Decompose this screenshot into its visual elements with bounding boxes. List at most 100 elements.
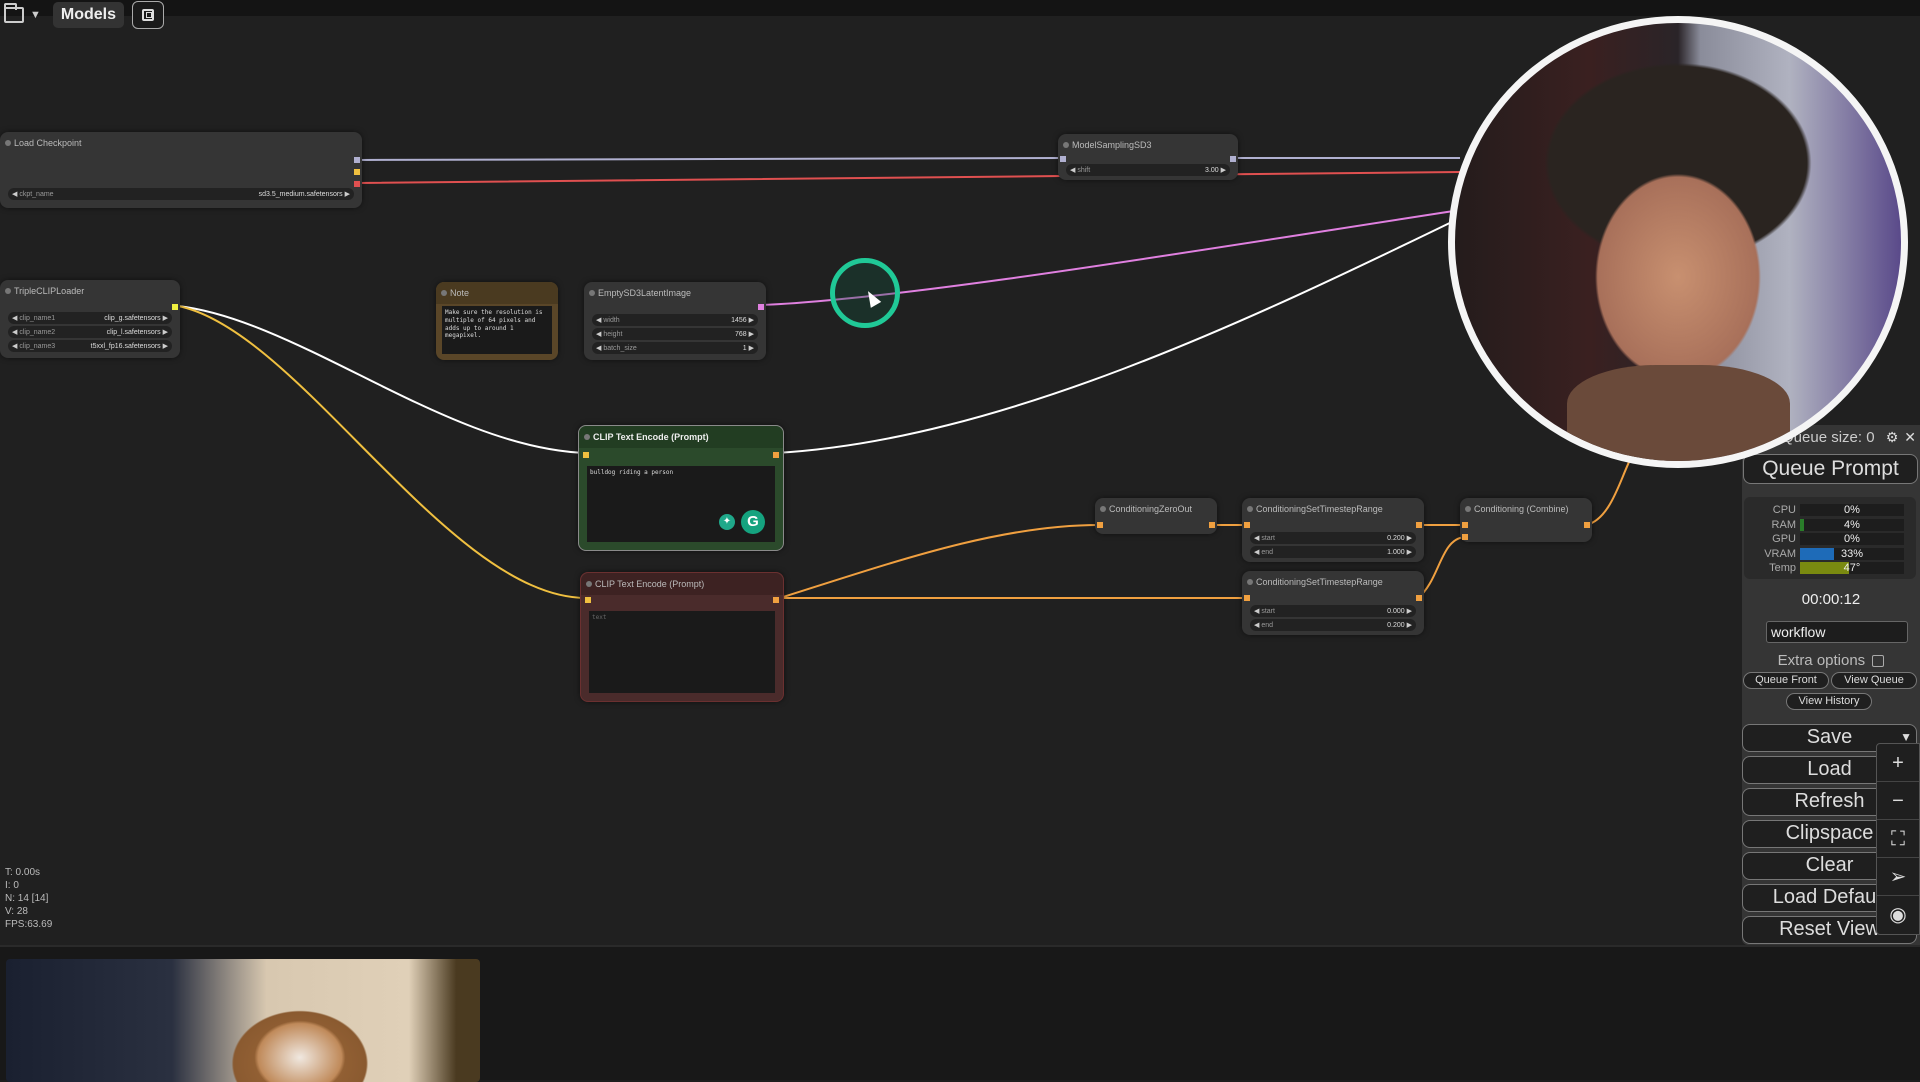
stat-time: T: 0.00s [5, 867, 41, 878]
input-slot-model[interactable] [1060, 156, 1066, 162]
monitor-row-temp: Temp 47° [1748, 561, 1912, 576]
node-title: EmptySD3LatentImage [584, 282, 766, 304]
extra-options-checkbox[interactable] [1872, 655, 1885, 668]
input-slot-conditioning-1[interactable] [1462, 522, 1468, 528]
node-title: ConditioningSetTimestepRange [1242, 571, 1424, 593]
models-button[interactable]: Models [52, 2, 125, 28]
widget-end[interactable]: end 1.000 [1250, 546, 1416, 558]
output-slot-clip[interactable] [354, 169, 360, 175]
zoom-in-icon[interactable]: + [1877, 744, 1919, 782]
save-workflow-button[interactable] [132, 1, 165, 29]
node-conditioning-set-timestep-range-1[interactable]: ConditioningSetTimestepRange start 0.200… [1242, 498, 1424, 562]
input-slot-conditioning[interactable] [1244, 522, 1250, 528]
node-conditioning-set-timestep-range-2[interactable]: ConditioningSetTimestepRange start 0.000… [1242, 571, 1424, 635]
widget-start[interactable]: start 0.200 [1250, 532, 1416, 544]
zoom-out-icon[interactable]: − [1877, 782, 1919, 820]
widget-clip-name3[interactable]: clip_name3 t5xxl_fp16.safetensors [8, 340, 172, 352]
node-title: CLIP Text Encode (Prompt) [581, 573, 783, 595]
output-slot-latent[interactable] [758, 304, 764, 310]
link-cond-neg-zero [779, 524, 1100, 599]
widget-batch-size[interactable]: batch_size 1 [592, 342, 758, 354]
widget-label: batch_size [596, 344, 636, 352]
input-slot-conditioning[interactable] [1097, 522, 1103, 528]
widget-width[interactable]: width 1456 [592, 314, 758, 326]
widget-label: start [1254, 607, 1275, 615]
widget-value: sd3.5_medium.safetensors [259, 190, 350, 198]
widget-value: 1.000 [1387, 548, 1412, 556]
input-slot-clip[interactable] [585, 597, 591, 603]
widget-value: 768 [735, 330, 754, 338]
widget-value: 0.200 [1387, 534, 1412, 542]
monitor-value: 33% [1840, 547, 1864, 560]
widget-label: width [596, 316, 619, 324]
node-model-sampling-sd3[interactable]: ModelSamplingSD3 shift 3.00 [1058, 134, 1238, 180]
generated-image-thumbnail[interactable] [6, 959, 480, 1082]
webcam-overlay [1448, 16, 1908, 468]
node-title: ConditioningZeroOut [1095, 498, 1217, 520]
widget-label: clip_name1 [12, 314, 55, 322]
output-slot-model[interactable] [354, 157, 360, 163]
widget-value: clip_g.safetensors [104, 314, 168, 322]
folder-icon [4, 3, 24, 23]
input-slot-clip[interactable] [583, 452, 589, 458]
output-slot-clip[interactable] [172, 304, 178, 310]
widget-clip-name1[interactable]: clip_name1 clip_g.safetensors [8, 312, 172, 324]
navigate-icon[interactable]: ➢ [1877, 858, 1919, 896]
output-slot-model[interactable] [1230, 156, 1236, 162]
close-icon[interactable]: ✕ [1904, 429, 1916, 446]
queue-front-button[interactable]: Queue Front [1743, 672, 1829, 689]
monitor-bar: 33% [1800, 547, 1904, 560]
widget-value: 1456 [731, 316, 754, 324]
output-slot-conditioning[interactable] [773, 597, 779, 603]
widget-label: ckpt_name [12, 190, 53, 198]
view-queue-button[interactable]: View Queue [1831, 672, 1917, 689]
widget-label: shift [1070, 166, 1090, 174]
widget-value: 1 [743, 344, 754, 352]
node-clip-text-encode-negative[interactable]: CLIP Text Encode (Prompt) text [580, 572, 784, 702]
widget-start[interactable]: start 0.000 [1250, 605, 1416, 617]
output-slot-conditioning[interactable] [1416, 595, 1422, 601]
input-slot-conditioning-2[interactable] [1462, 534, 1468, 540]
monitor-bar: 47° [1800, 562, 1904, 575]
lightbulb-icon[interactable]: ✦ [719, 514, 735, 530]
monitor-row-gpu: GPU 0% [1748, 532, 1912, 547]
widget-clip-name2[interactable]: clip_name2 clip_l.safetensors [8, 326, 172, 338]
widget-value: 0.200 [1387, 621, 1412, 629]
monitor-label: Temp [1769, 562, 1796, 575]
node-empty-sd3-latent-image[interactable]: EmptySD3LatentImage width 1456 height 76… [584, 282, 766, 360]
input-slot-conditioning[interactable] [1244, 595, 1250, 601]
execution-timer: 00:00:12 [1801, 591, 1861, 608]
widget-ckpt-name[interactable]: ckpt_name sd3.5_medium.safetensors [8, 188, 354, 200]
node-load-checkpoint[interactable]: Load Checkpoint ckpt_name sd3.5_medium.s… [0, 132, 362, 208]
node-title: Load Checkpoint [0, 132, 362, 154]
widget-label: start [1254, 534, 1275, 542]
widget-end[interactable]: end 0.200 [1250, 619, 1416, 631]
widget-shift[interactable]: shift 3.00 [1066, 164, 1230, 176]
output-slot-conditioning[interactable] [1584, 522, 1590, 528]
node-triple-clip-loader[interactable]: TripleCLIPLoader clip_name1 clip_g.safet… [0, 280, 180, 358]
grammarly-icon[interactable]: G [741, 510, 765, 534]
link-vae [357, 171, 1461, 184]
fit-view-icon[interactable]: ⛶ [1877, 820, 1919, 858]
workflow-menu-button[interactable]: ▼ [0, 3, 45, 23]
node-conditioning-zero-out[interactable]: ConditioningZeroOut [1095, 498, 1217, 534]
prompt-textarea[interactable]: text [589, 611, 775, 693]
gear-icon[interactable]: ⚙ [1886, 429, 1899, 446]
view-history-button[interactable]: View History [1786, 693, 1872, 710]
eye-icon[interactable]: ◉ [1877, 896, 1919, 934]
widget-value: 0.000 [1387, 607, 1412, 615]
widget-height[interactable]: height 768 [592, 328, 758, 340]
monitor-label: CPU [1772, 504, 1796, 517]
workflow-name-input[interactable] [1766, 621, 1908, 643]
output-slot-vae[interactable] [354, 181, 360, 187]
link-combine-out [1585, 459, 1631, 526]
node-conditioning-combine[interactable]: Conditioning (Combine) [1460, 498, 1592, 542]
output-slot-conditioning[interactable] [1416, 522, 1422, 528]
output-slot-conditioning[interactable] [773, 452, 779, 458]
node-note[interactable]: Note Make sure the resolution is multipl… [436, 282, 558, 360]
note-text[interactable]: Make sure the resolution is multiple of … [442, 306, 552, 354]
node-clip-text-encode-positive[interactable]: CLIP Text Encode (Prompt) bulldog riding… [578, 425, 784, 551]
widget-label: height [596, 330, 622, 338]
output-slot-conditioning[interactable] [1209, 522, 1215, 528]
monitor-row-vram: VRAM 33% [1748, 547, 1912, 562]
